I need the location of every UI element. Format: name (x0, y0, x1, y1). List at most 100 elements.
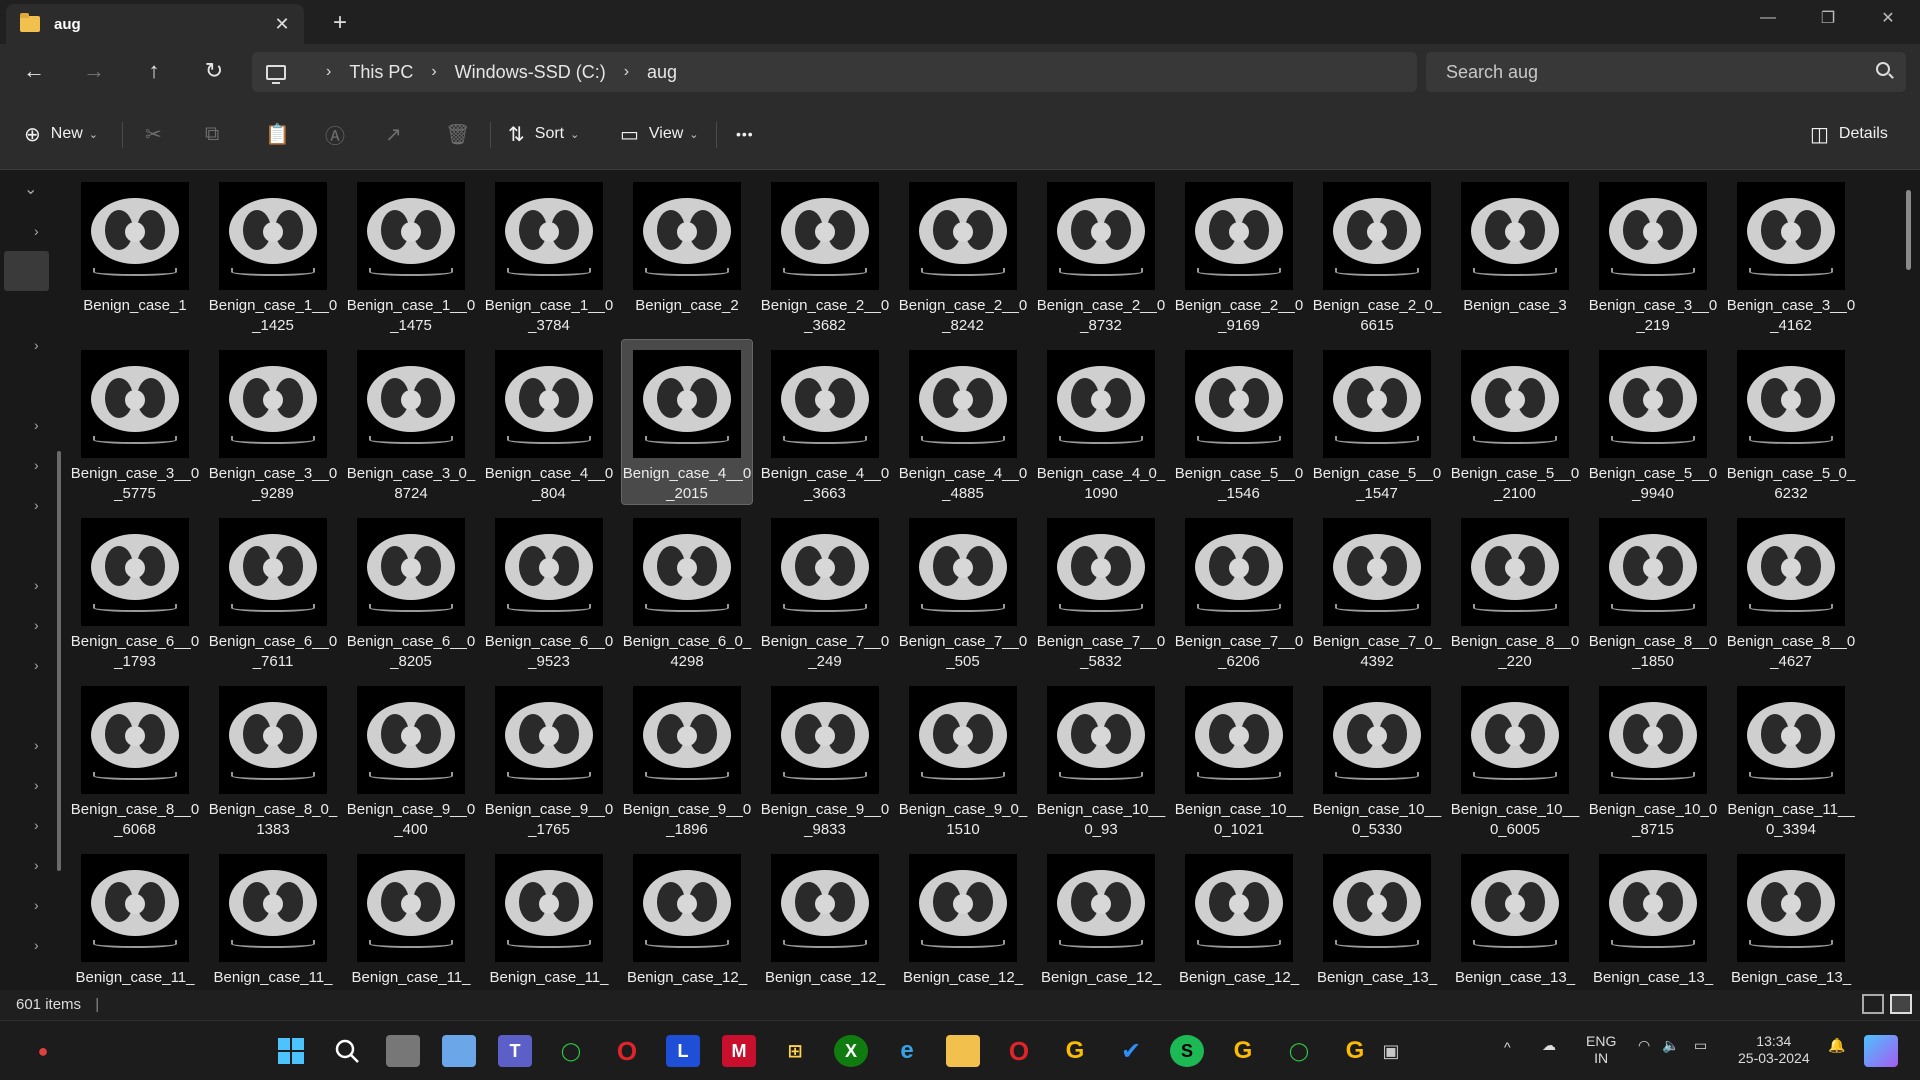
file-item[interactable]: Benign_case_5__0_1546 (1174, 340, 1304, 504)
file-item[interactable]: Benign_case_13_ (1450, 844, 1580, 990)
green-ring-app-icon[interactable]: ◯ (1282, 1035, 1316, 1067)
file-item[interactable]: Benign_case_7__0_6206 (1174, 508, 1304, 672)
forward-button[interactable]: → (74, 52, 114, 90)
green-circle-app-icon[interactable]: ◯ (554, 1035, 588, 1067)
mcafee-icon[interactable]: M (722, 1035, 756, 1067)
file-item[interactable]: Benign_case_11_ (70, 844, 200, 990)
expand-chevron-icon[interactable]: › (34, 857, 50, 873)
expand-chevron-icon[interactable]: › (34, 337, 50, 353)
file-item[interactable]: Benign_case_1 (70, 172, 200, 336)
file-item[interactable]: Benign_case_9_0_1510 (898, 676, 1028, 840)
copy-button[interactable]: ⧉ (205, 116, 219, 152)
file-item[interactable]: Benign_case_13_ (1588, 844, 1718, 990)
expand-chevron-icon[interactable]: › (34, 577, 50, 593)
cut-button[interactable]: ✂ (145, 116, 162, 152)
file-item[interactable]: Benign_case_12_ (898, 844, 1028, 990)
chrome-profile-icon[interactable]: G (1226, 1035, 1260, 1067)
onedrive-icon[interactable]: ☁ (1542, 1037, 1556, 1054)
search-input[interactable]: Search aug (1426, 52, 1906, 92)
expand-chevron-icon[interactable]: › (34, 417, 50, 433)
snipping-tool-icon[interactable]: ▣ (1374, 1035, 1408, 1067)
show-hidden-icons-chevron-icon[interactable]: ^ (1504, 1039, 1511, 1056)
minimize-button[interactable]: — (1738, 0, 1798, 36)
details-button[interactable]: ◫ Details (1810, 116, 1888, 152)
back-button[interactable]: ← (14, 52, 54, 90)
file-item[interactable]: Benign_case_10__0_6005 (1450, 676, 1580, 840)
file-item[interactable]: Benign_case_10__0_93 (1036, 676, 1166, 840)
file-item[interactable]: Benign_case_1__0_3784 (484, 172, 614, 336)
file-item[interactable]: Benign_case_2_0_6615 (1312, 172, 1442, 336)
search-icon[interactable] (330, 1035, 364, 1067)
address-bar[interactable]: › This PC › Windows-SSD (C:) › aug (252, 52, 1417, 92)
chrome-icon[interactable]: G (1058, 1035, 1092, 1067)
expand-chevron-icon[interactable]: › (34, 817, 50, 833)
file-item[interactable]: Benign_case_9__0_1896 (622, 676, 752, 840)
file-item[interactable]: Benign_case_4__0_4885 (898, 340, 1028, 504)
view-button[interactable]: ▭ View ⌄ (620, 116, 699, 152)
opera-icon[interactable]: O (610, 1035, 644, 1067)
file-item[interactable]: Benign_case_1__0_1475 (346, 172, 476, 336)
file-item[interactable]: Benign_case_3__0_4162 (1726, 172, 1856, 336)
file-item[interactable]: Benign_case_5_0_6232 (1726, 340, 1856, 504)
file-item[interactable]: Benign_case_6__0_8205 (346, 508, 476, 672)
file-item[interactable]: Benign_case_2__0_8732 (1036, 172, 1166, 336)
task-view-icon[interactable] (386, 1035, 420, 1067)
expand-chevron-icon[interactable]: › (34, 777, 50, 793)
close-window-button[interactable]: ✕ (1858, 0, 1918, 36)
edge-icon[interactable]: e (890, 1035, 924, 1067)
start-button[interactable] (274, 1035, 308, 1067)
notification-bell-icon[interactable]: 🔔 (1828, 1037, 1845, 1054)
cube-app-icon[interactable] (442, 1035, 476, 1067)
up-button[interactable]: ↑ (134, 52, 174, 90)
expand-chevron-icon[interactable]: › (34, 223, 50, 239)
copilot-icon[interactable] (1864, 1035, 1898, 1067)
file-item[interactable]: Benign_case_3__0_219 (1588, 172, 1718, 336)
expand-chevron-icon[interactable]: › (34, 497, 50, 513)
file-item[interactable]: Benign_case_3 (1450, 172, 1580, 336)
file-item[interactable]: Benign_case_3__0_5775 (70, 340, 200, 504)
file-item[interactable]: Benign_case_5__0_2100 (1450, 340, 1580, 504)
opera-gx-icon[interactable]: O (1002, 1035, 1036, 1067)
file-item[interactable]: Benign_case_5__0_1547 (1312, 340, 1442, 504)
maximize-button[interactable]: ❐ (1798, 0, 1858, 36)
refresh-button[interactable]: ↻ (194, 52, 234, 90)
file-item[interactable]: Benign_case_3_0_8724 (346, 340, 476, 504)
file-item[interactable]: Benign_case_12_ (1036, 844, 1166, 990)
language-indicator[interactable]: ENG IN (1586, 1033, 1616, 1067)
file-item[interactable]: Benign_case_4__0_2015 (621, 339, 753, 505)
expand-chevron-icon[interactable]: › (34, 617, 50, 633)
wifi-icon[interactable]: ◠ (1638, 1037, 1650, 1054)
battery-icon[interactable]: ▭ (1694, 1037, 1707, 1054)
file-item[interactable]: Benign_case_7__0_505 (898, 508, 1028, 672)
chrome-k-profile-icon[interactable]: G (1338, 1035, 1372, 1067)
file-item[interactable]: Benign_case_9__0_1765 (484, 676, 614, 840)
file-item[interactable]: Benign_case_8_0_1383 (208, 676, 338, 840)
l-app-icon[interactable]: L (666, 1035, 700, 1067)
file-item[interactable]: Benign_case_8__0_4627 (1726, 508, 1856, 672)
file-item[interactable]: Benign_case_5__0_9940 (1588, 340, 1718, 504)
breadcrumb-separator[interactable]: › (624, 63, 629, 81)
file-item[interactable]: Benign_case_2 (622, 172, 752, 336)
file-item[interactable]: Benign_case_1__0_1425 (208, 172, 338, 336)
file-item[interactable]: Benign_case_4__0_804 (484, 340, 614, 504)
file-item[interactable]: Benign_case_11_ (208, 844, 338, 990)
share-button[interactable]: ↗ (385, 116, 402, 152)
new-tab-button[interactable]: + (325, 8, 355, 38)
breadcrumb-separator[interactable]: › (431, 63, 436, 81)
store-icon[interactable]: ⊞ (778, 1035, 812, 1067)
file-item[interactable]: Benign_case_13_ (1312, 844, 1442, 990)
file-item[interactable]: Benign_case_12_ (760, 844, 890, 990)
details-view-icon[interactable] (1862, 994, 1884, 1014)
new-button[interactable]: ⊕ New ⌄ (24, 116, 98, 152)
file-item[interactable]: Benign_case_2__0_9169 (1174, 172, 1304, 336)
paste-button[interactable]: 📋 (265, 116, 290, 152)
sort-button[interactable]: ⇅ Sort ⌄ (508, 116, 579, 152)
content-scrollbar[interactable] (1906, 190, 1911, 270)
file-item[interactable]: Benign_case_9__0_9833 (760, 676, 890, 840)
nav-selected-item[interactable] (4, 251, 49, 291)
file-item[interactable]: Benign_case_11_ (484, 844, 614, 990)
file-item[interactable]: Benign_case_4_0_1090 (1036, 340, 1166, 504)
expand-chevron-icon[interactable]: › (34, 657, 50, 673)
file-item[interactable]: Benign_case_2__0_3682 (760, 172, 890, 336)
more-options-button[interactable]: ••• (736, 116, 754, 152)
